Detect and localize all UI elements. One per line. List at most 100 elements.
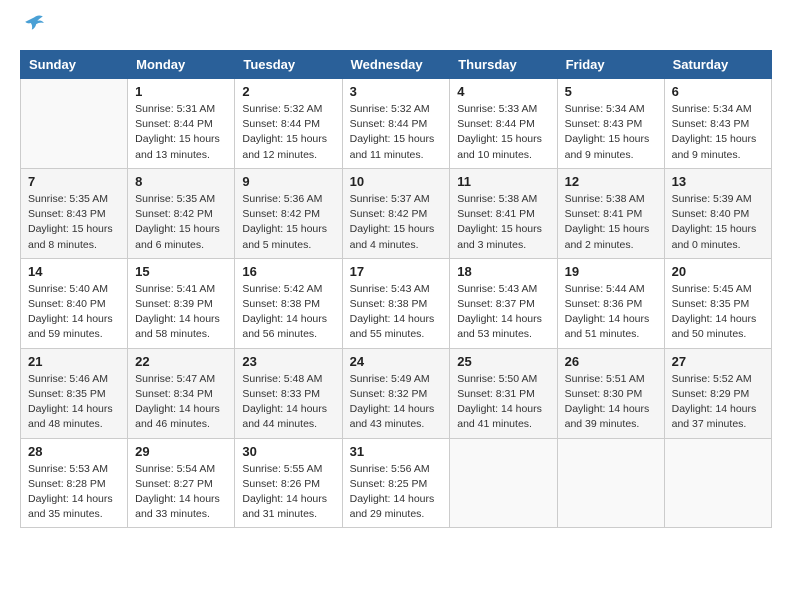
day-number: 25 xyxy=(457,354,549,369)
day-info: Sunrise: 5:49 AMSunset: 8:32 PMDaylight:… xyxy=(350,372,443,433)
col-header-saturday: Saturday xyxy=(664,51,771,79)
calendar-cell: 13 Sunrise: 5:39 AMSunset: 8:40 PMDayligh… xyxy=(664,168,771,258)
calendar-week-row: 1Sunrise: 5:31 AMSunset: 8:44 PMDaylight… xyxy=(21,79,772,169)
calendar-cell: 21 Sunrise: 5:46 AMSunset: 8:35 PMDayligh… xyxy=(21,348,128,438)
day-info: Sunrise: 5:43 AMSunset: 8:38 PMDaylight:… xyxy=(350,282,443,343)
calendar-cell: 30 Sunrise: 5:55 AMSunset: 8:26 PMDayligh… xyxy=(235,438,342,528)
day-info: Sunrise: 5:39 AMSunset: 8:40 PMDaylight:… xyxy=(672,192,764,253)
calendar-cell xyxy=(664,438,771,528)
calendar-cell: 27 Sunrise: 5:52 AMSunset: 8:29 PMDayligh… xyxy=(664,348,771,438)
day-number: 11 xyxy=(457,174,549,189)
day-info: Sunrise: 5:36 AMSunset: 8:42 PMDaylight:… xyxy=(242,192,334,253)
calendar-week-row: 7Sunrise: 5:35 AMSunset: 8:43 PMDaylight… xyxy=(21,168,772,258)
day-number: 4 xyxy=(457,84,549,99)
day-number: 10 xyxy=(350,174,443,189)
day-info: Sunrise: 5:44 AMSunset: 8:36 PMDaylight:… xyxy=(565,282,657,343)
calendar-cell: 22 Sunrise: 5:47 AMSunset: 8:34 PMDayligh… xyxy=(128,348,235,438)
day-number: 21 xyxy=(28,354,120,369)
day-info: Sunrise: 5:38 AMSunset: 8:41 PMDaylight:… xyxy=(457,192,549,253)
calendar-cell: 1Sunrise: 5:31 AMSunset: 8:44 PMDaylight… xyxy=(128,79,235,169)
day-number: 3 xyxy=(350,84,443,99)
day-number: 27 xyxy=(672,354,764,369)
day-number: 29 xyxy=(135,444,227,459)
day-info: Sunrise: 5:51 AMSunset: 8:30 PMDaylight:… xyxy=(565,372,657,433)
page-header xyxy=(20,20,772,34)
day-info: Sunrise: 5:52 AMSunset: 8:29 PMDaylight:… xyxy=(672,372,764,433)
calendar-week-row: 14 Sunrise: 5:40 AMSunset: 8:40 PMDayligh… xyxy=(21,258,772,348)
day-number: 15 xyxy=(135,264,227,279)
col-header-sunday: Sunday xyxy=(21,51,128,79)
day-number: 20 xyxy=(672,264,764,279)
day-number: 14 xyxy=(28,264,120,279)
day-info: Sunrise: 5:32 AMSunset: 8:44 PMDaylight:… xyxy=(242,102,334,163)
calendar-cell: 16 Sunrise: 5:42 AMSunset: 8:38 PMDayligh… xyxy=(235,258,342,348)
calendar-header-row: SundayMondayTuesdayWednesdayThursdayFrid… xyxy=(21,51,772,79)
day-info: Sunrise: 5:47 AMSunset: 8:34 PMDaylight:… xyxy=(135,372,227,433)
calendar-cell: 18Sunrise: 5:43 AMSunset: 8:37 PMDayligh… xyxy=(450,258,557,348)
day-number: 28 xyxy=(28,444,120,459)
calendar-cell: 10 Sunrise: 5:37 AMSunset: 8:42 PMDayligh… xyxy=(342,168,450,258)
calendar-cell: 28 Sunrise: 5:53 AMSunset: 8:28 PMDayligh… xyxy=(21,438,128,528)
day-info: Sunrise: 5:55 AMSunset: 8:26 PMDaylight:… xyxy=(242,462,334,523)
day-number: 13 xyxy=(672,174,764,189)
day-info: Sunrise: 5:35 AMSunset: 8:42 PMDaylight:… xyxy=(135,192,227,253)
calendar-cell: 25Sunrise: 5:50 AMSunset: 8:31 PMDayligh… xyxy=(450,348,557,438)
calendar-cell: 3Sunrise: 5:32 AMSunset: 8:44 PMDaylight… xyxy=(342,79,450,169)
logo xyxy=(20,20,45,34)
calendar-cell xyxy=(21,79,128,169)
calendar-cell: 4 Sunrise: 5:33 AMSunset: 8:44 PMDaylight… xyxy=(450,79,557,169)
day-info: Sunrise: 5:34 AMSunset: 8:43 PMDaylight:… xyxy=(672,102,764,163)
day-info: Sunrise: 5:40 AMSunset: 8:40 PMDaylight:… xyxy=(28,282,120,343)
day-number: 5 xyxy=(565,84,657,99)
day-info: Sunrise: 5:34 AMSunset: 8:43 PMDaylight:… xyxy=(565,102,657,163)
calendar-cell: 12 Sunrise: 5:38 AMSunset: 8:41 PMDayligh… xyxy=(557,168,664,258)
day-info: Sunrise: 5:38 AMSunset: 8:41 PMDaylight:… xyxy=(565,192,657,253)
logo-bird-icon xyxy=(23,12,45,34)
day-number: 23 xyxy=(242,354,334,369)
day-number: 12 xyxy=(565,174,657,189)
calendar-cell: 9 Sunrise: 5:36 AMSunset: 8:42 PMDaylight… xyxy=(235,168,342,258)
calendar-cell: 17 Sunrise: 5:43 AMSunset: 8:38 PMDayligh… xyxy=(342,258,450,348)
calendar-cell: 14 Sunrise: 5:40 AMSunset: 8:40 PMDayligh… xyxy=(21,258,128,348)
day-number: 30 xyxy=(242,444,334,459)
day-info: Sunrise: 5:31 AMSunset: 8:44 PMDaylight:… xyxy=(135,102,227,163)
calendar-cell: 23Sunrise: 5:48 AMSunset: 8:33 PMDayligh… xyxy=(235,348,342,438)
col-header-thursday: Thursday xyxy=(450,51,557,79)
calendar-cell: 24 Sunrise: 5:49 AMSunset: 8:32 PMDayligh… xyxy=(342,348,450,438)
calendar-week-row: 21 Sunrise: 5:46 AMSunset: 8:35 PMDayligh… xyxy=(21,348,772,438)
day-info: Sunrise: 5:46 AMSunset: 8:35 PMDaylight:… xyxy=(28,372,120,433)
calendar-cell: 19Sunrise: 5:44 AMSunset: 8:36 PMDayligh… xyxy=(557,258,664,348)
calendar-cell: 11 Sunrise: 5:38 AMSunset: 8:41 PMDayligh… xyxy=(450,168,557,258)
day-info: Sunrise: 5:35 AMSunset: 8:43 PMDaylight:… xyxy=(28,192,120,253)
day-number: 31 xyxy=(350,444,443,459)
day-info: Sunrise: 5:42 AMSunset: 8:38 PMDaylight:… xyxy=(242,282,334,343)
calendar-cell: 2 Sunrise: 5:32 AMSunset: 8:44 PMDaylight… xyxy=(235,79,342,169)
calendar-cell: 29 Sunrise: 5:54 AMSunset: 8:27 PMDayligh… xyxy=(128,438,235,528)
day-info: Sunrise: 5:54 AMSunset: 8:27 PMDaylight:… xyxy=(135,462,227,523)
day-info: Sunrise: 5:56 AMSunset: 8:25 PMDaylight:… xyxy=(350,462,443,523)
col-header-tuesday: Tuesday xyxy=(235,51,342,79)
col-header-monday: Monday xyxy=(128,51,235,79)
calendar-cell xyxy=(450,438,557,528)
calendar-cell xyxy=(557,438,664,528)
day-info: Sunrise: 5:53 AMSunset: 8:28 PMDaylight:… xyxy=(28,462,120,523)
calendar-cell: 6Sunrise: 5:34 AMSunset: 8:43 PMDaylight… xyxy=(664,79,771,169)
calendar-cell: 26 Sunrise: 5:51 AMSunset: 8:30 PMDayligh… xyxy=(557,348,664,438)
day-number: 17 xyxy=(350,264,443,279)
day-number: 26 xyxy=(565,354,657,369)
day-number: 22 xyxy=(135,354,227,369)
calendar-cell: 5 Sunrise: 5:34 AMSunset: 8:43 PMDaylight… xyxy=(557,79,664,169)
calendar-cell: 7Sunrise: 5:35 AMSunset: 8:43 PMDaylight… xyxy=(21,168,128,258)
day-info: Sunrise: 5:33 AMSunset: 8:44 PMDaylight:… xyxy=(457,102,549,163)
day-info: Sunrise: 5:41 AMSunset: 8:39 PMDaylight:… xyxy=(135,282,227,343)
calendar-table: SundayMondayTuesdayWednesdayThursdayFrid… xyxy=(20,50,772,528)
day-info: Sunrise: 5:45 AMSunset: 8:35 PMDaylight:… xyxy=(672,282,764,343)
day-number: 24 xyxy=(350,354,443,369)
day-number: 16 xyxy=(242,264,334,279)
day-info: Sunrise: 5:37 AMSunset: 8:42 PMDaylight:… xyxy=(350,192,443,253)
day-number: 9 xyxy=(242,174,334,189)
day-number: 18 xyxy=(457,264,549,279)
calendar-cell: 20 Sunrise: 5:45 AMSunset: 8:35 PMDayligh… xyxy=(664,258,771,348)
calendar-cell: 15 Sunrise: 5:41 AMSunset: 8:39 PMDayligh… xyxy=(128,258,235,348)
day-number: 2 xyxy=(242,84,334,99)
